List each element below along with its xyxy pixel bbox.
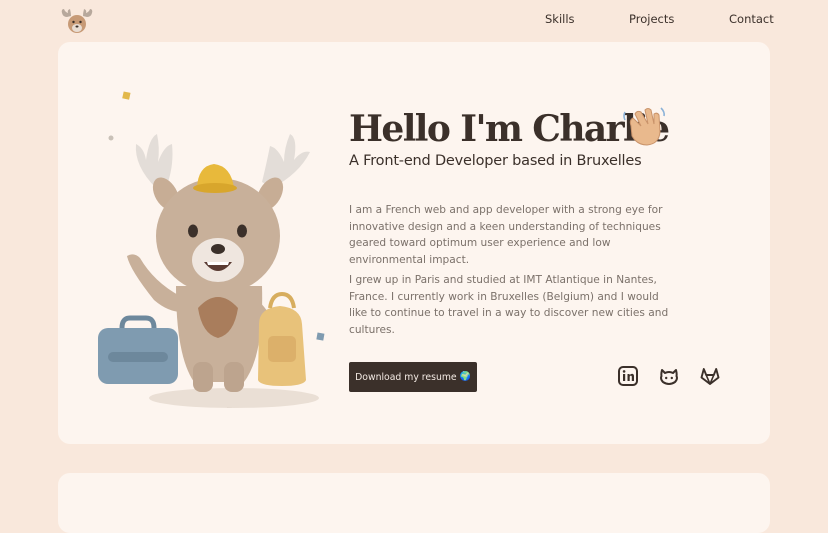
moose-mascot-illustration [98, 91, 325, 408]
next-section-card [58, 473, 770, 533]
moose-logo-icon[interactable] [59, 7, 95, 35]
globe-icon: 🌍 [459, 372, 471, 382]
download-resume-button[interactable]: Download my resume 🌍 [349, 362, 477, 392]
hero-subtitle: A Front-end Developer based in Bruxelles [349, 153, 642, 169]
waving-hand-icon [623, 107, 665, 146]
github-icon[interactable] [658, 365, 680, 387]
linkedin-icon[interactable] [617, 365, 639, 387]
resume-button-label: Download my resume [355, 371, 457, 383]
bio-paragraph-2: I grew up in Paris and studied at IMT At… [349, 274, 669, 336]
top-nav: Skills Projects Contact [0, 0, 828, 40]
hero-card: Hello I'm Charlie A Front-end Developer … [58, 42, 770, 444]
nav-link-skills[interactable]: Skills [545, 12, 575, 26]
nav-link-contact[interactable]: Contact [729, 12, 774, 26]
bio-paragraph-1: I am a French web and app developer with… [349, 204, 663, 266]
nav-link-projects[interactable]: Projects [629, 12, 674, 26]
gitlab-icon[interactable] [699, 365, 721, 387]
